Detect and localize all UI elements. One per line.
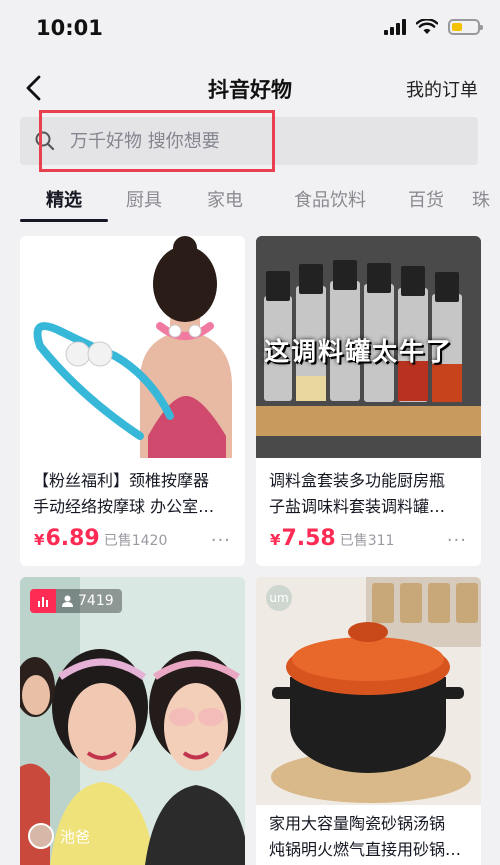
category-tabs: 精选 厨具 家电 食品饮料 百货 珠 — [0, 178, 500, 224]
tab-appliances[interactable]: 家电 — [180, 178, 270, 224]
my-orders-link[interactable]: 我的订单 — [406, 76, 478, 102]
author-info[interactable]: 池爸 — [28, 823, 90, 849]
price-row: ¥7.58 已售311 — [270, 526, 467, 551]
nav-bar: 抖音好物 我的订单 — [0, 60, 500, 116]
live-stream-image: 7419 池爸 — [20, 577, 245, 865]
live-badge: 7419 — [30, 589, 122, 613]
product-card[interactable]: 【粉丝福利】颈椎按摩器 手动经络按摩球 办公室… ¥6.89 已售1420 ··… — [20, 236, 245, 566]
live-icon — [30, 589, 56, 613]
brand-logo: um — [266, 585, 292, 611]
price-row: ¥6.89 已售1420 — [34, 526, 231, 551]
user-icon — [62, 595, 73, 607]
more-icon[interactable]: ··· — [211, 530, 231, 551]
live-stream-card[interactable]: 7419 池爸 — [20, 577, 245, 865]
sold-count: 已售311 — [339, 533, 395, 549]
viewer-count: 7419 — [56, 593, 122, 609]
status-bar: 10:01 — [0, 0, 500, 60]
tab-food-drinks[interactable]: 食品饮料 — [270, 178, 390, 224]
sold-count: 已售1420 — [103, 533, 168, 549]
search-icon — [35, 131, 55, 151]
product-price: ¥6.89 — [34, 526, 100, 551]
product-image-spice-jars: 这调料罐太牛了 — [256, 236, 481, 458]
search-input[interactable] — [70, 130, 450, 152]
status-time: 10:01 — [36, 16, 103, 40]
wifi-icon — [416, 19, 438, 34]
product-title: 家用大容量陶瓷砂锅汤锅 炖锅明火燃气直接用砂锅… — [269, 814, 462, 859]
tab-jewelry[interactable]: 珠 — [462, 178, 500, 224]
search-bar[interactable] — [20, 117, 478, 165]
product-title: 调料盒套装多功能厨房瓶 子盐调味料套装调料罐… — [269, 471, 446, 516]
battery-icon — [448, 19, 483, 35]
active-tab-indicator — [20, 219, 108, 222]
product-image-clay-pot: um — [256, 577, 481, 805]
avatar — [28, 823, 54, 849]
author-name: 池爸 — [60, 827, 91, 846]
tab-featured[interactable]: 精选 — [20, 178, 108, 224]
signal-icon — [384, 19, 406, 35]
product-image-neck-massager — [20, 236, 245, 458]
product-price: ¥7.58 — [270, 526, 336, 551]
tab-kitchenware[interactable]: 厨具 — [108, 178, 180, 224]
image-overlay-text: 这调料罐太牛了 — [264, 337, 454, 366]
tab-general-goods[interactable]: 百货 — [390, 178, 462, 224]
product-title: 【粉丝福利】颈椎按摩器 手动经络按摩球 办公室… — [33, 471, 215, 516]
product-card[interactable]: um 家用大容量陶瓷砂锅汤锅 炖锅明火燃气直接用砂锅… — [256, 577, 481, 865]
more-icon[interactable]: ··· — [447, 530, 467, 551]
product-card[interactable]: 这调料罐太牛了 调料盒套装多功能厨房瓶 子盐调味料套装调料罐… ¥7.58 已售… — [256, 236, 481, 566]
status-icons — [384, 19, 483, 35]
